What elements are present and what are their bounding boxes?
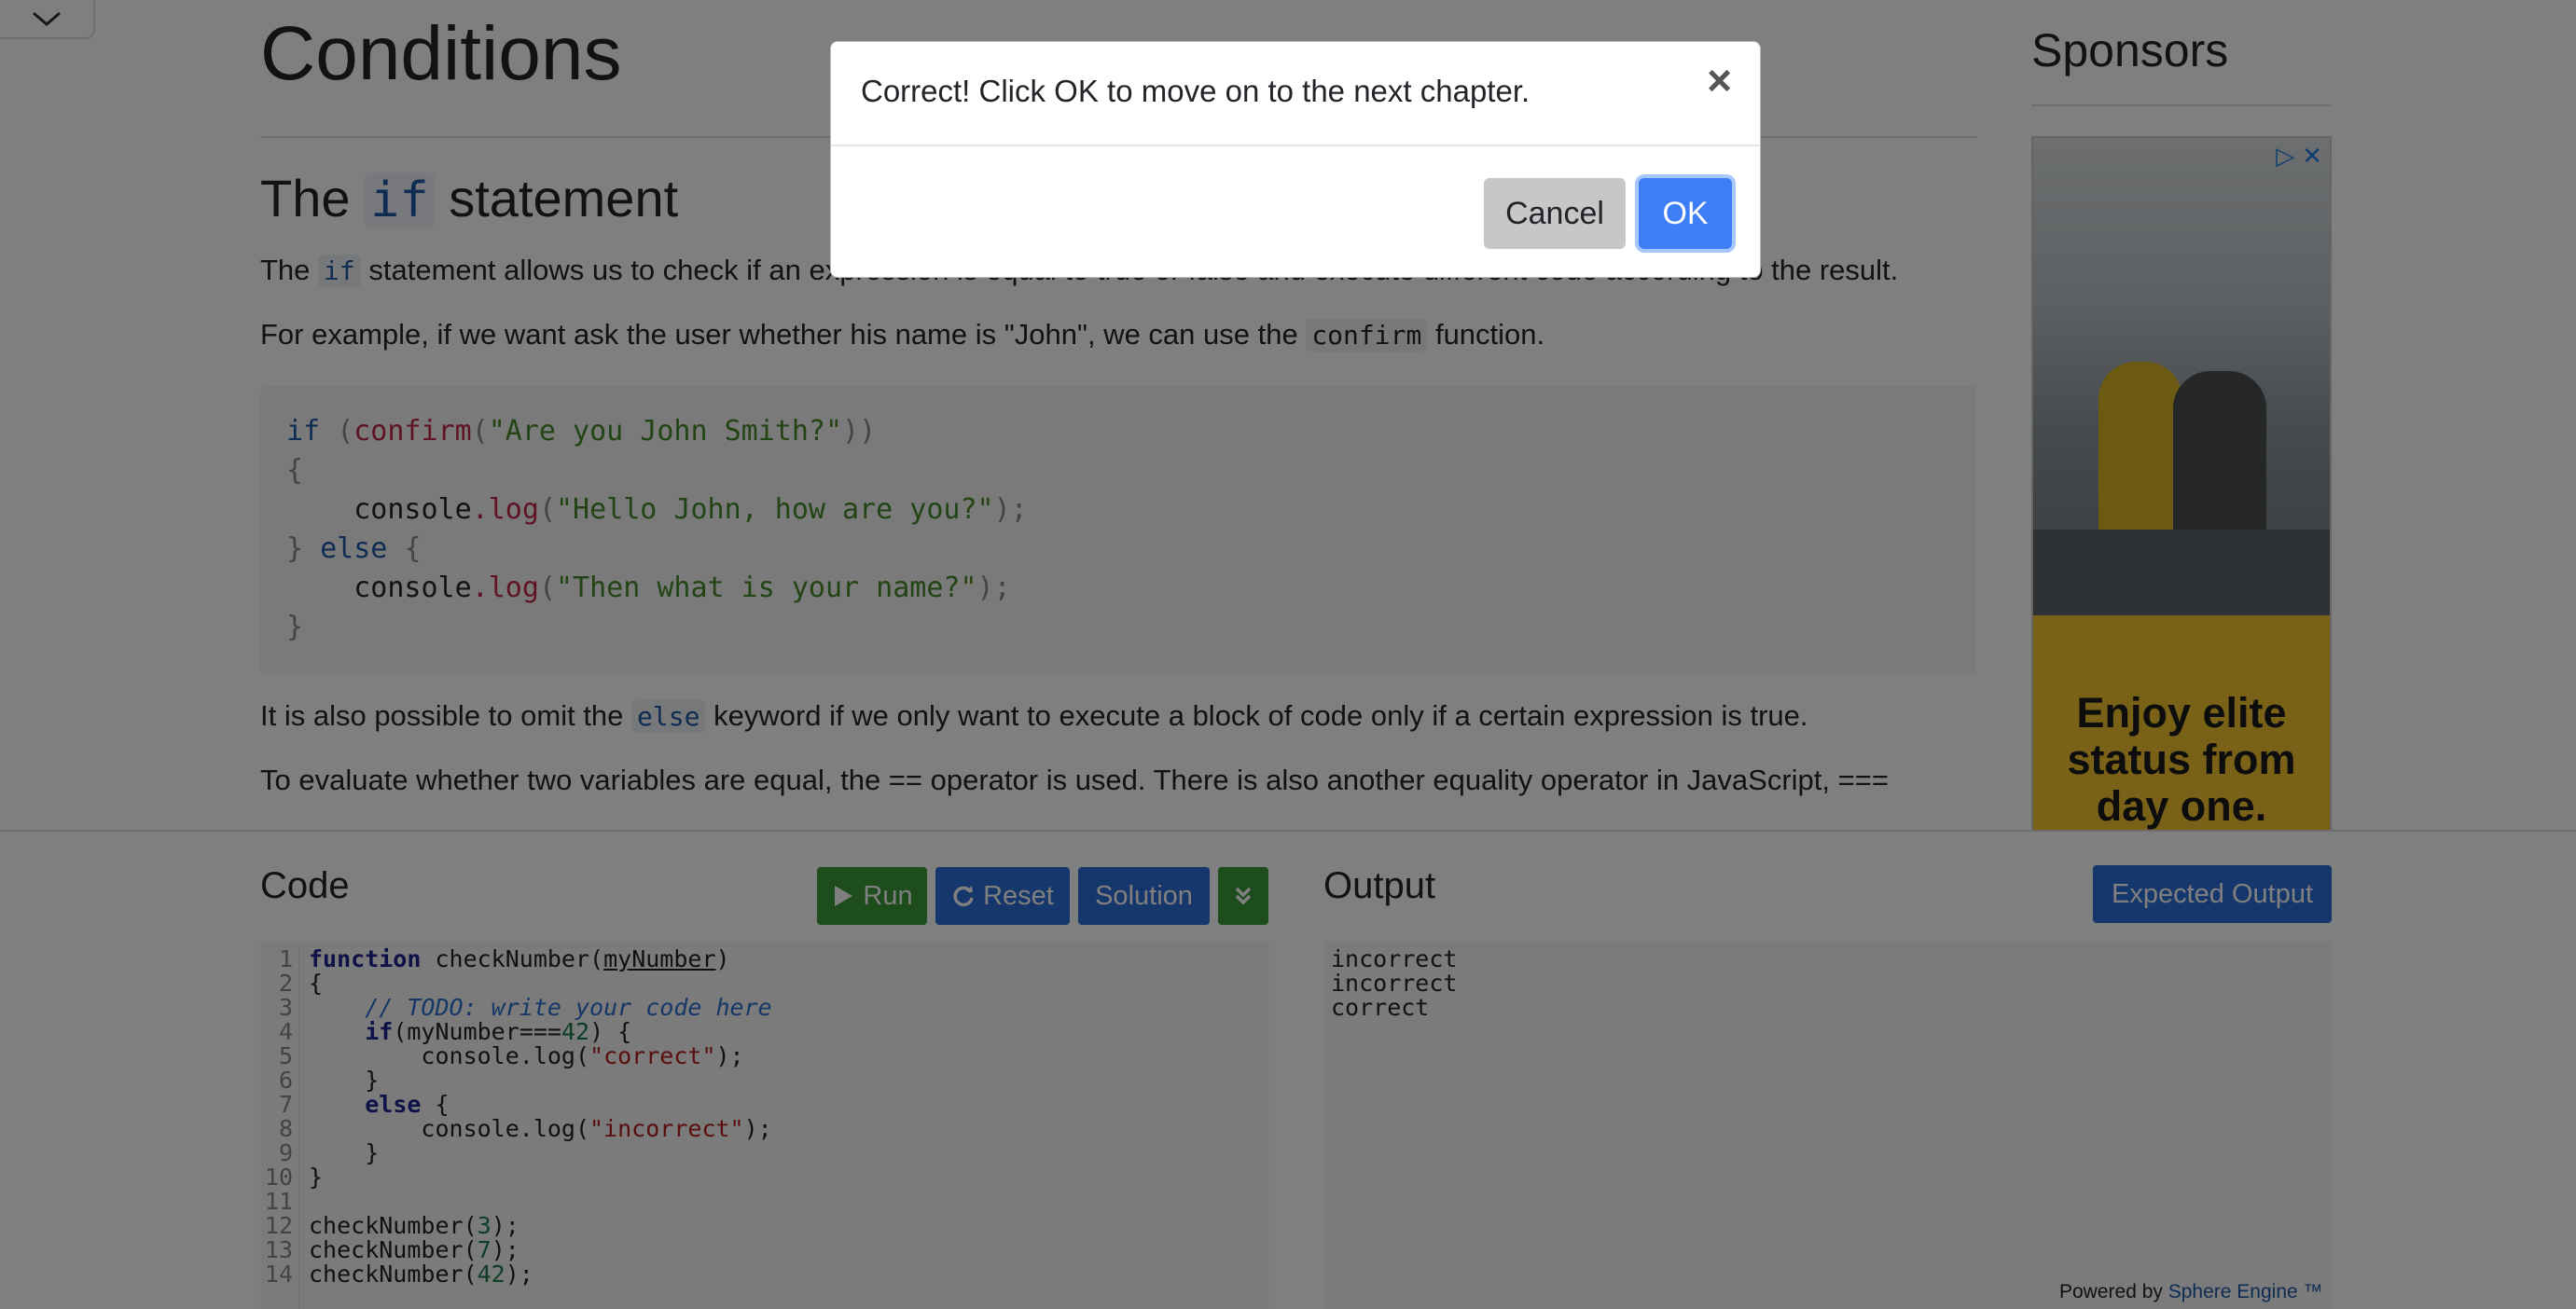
- close-icon[interactable]: ×: [1707, 57, 1732, 103]
- dialog-message: Correct! Click OK to move on to the next…: [861, 74, 1530, 108]
- cancel-button[interactable]: Cancel: [1484, 178, 1626, 249]
- confirm-dialog: Correct! Click OK to move on to the next…: [830, 41, 1761, 278]
- ok-button[interactable]: OK: [1639, 178, 1732, 249]
